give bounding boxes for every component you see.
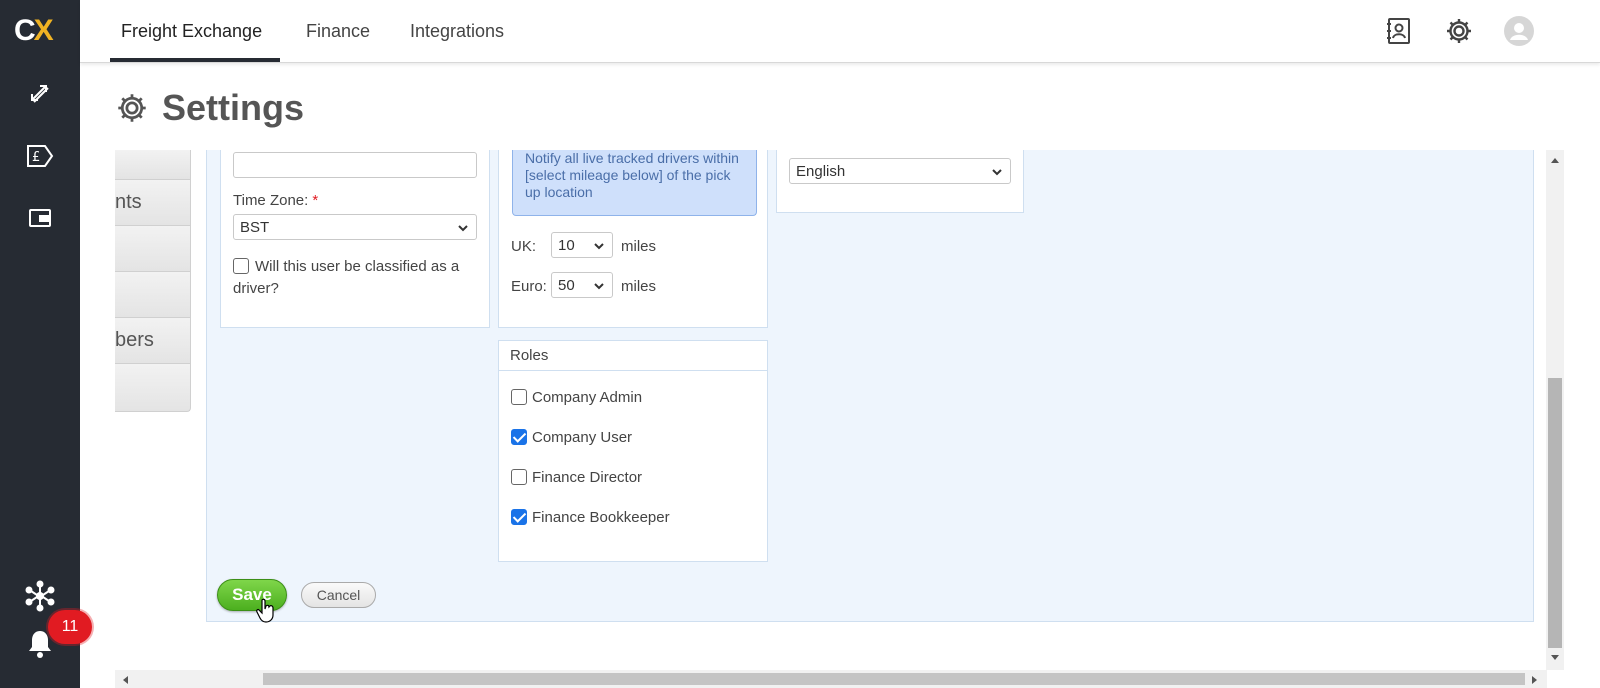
roles-title: Roles [499, 341, 767, 371]
time-zone-select[interactable]: BST [233, 214, 477, 240]
active-tab-indicator [110, 58, 280, 62]
settings-section-tabs: nts bers [115, 150, 191, 412]
svg-text:£: £ [32, 150, 40, 165]
tab-freight-exchange[interactable]: Freight Exchange [121, 0, 262, 63]
chevron-down-icon [594, 283, 604, 290]
settings-tab[interactable]: nts [115, 180, 191, 226]
scroll-down-arrow-icon[interactable] [1550, 654, 1560, 662]
vertical-scroll-thumb[interactable] [1548, 378, 1562, 648]
wallet-icon[interactable] [24, 202, 56, 234]
uk-label: UK: [511, 238, 537, 255]
euro-miles-select[interactable]: 50 [551, 272, 613, 298]
horizontal-scrollbar[interactable] [115, 670, 1547, 688]
hand-cursor-icon [256, 598, 274, 623]
role-checkbox-company-admin[interactable] [511, 389, 527, 405]
finance-icon[interactable]: £ [24, 140, 56, 172]
save-button[interactable]: Save [217, 579, 287, 611]
settings-tab[interactable] [115, 150, 191, 180]
network-icon[interactable] [24, 580, 56, 612]
role-checkbox-company-user[interactable] [511, 429, 527, 445]
user-details-card: Time Zone: * BST Will this user be classi… [220, 150, 490, 328]
settings-tab[interactable] [115, 226, 191, 272]
settings-tab[interactable] [115, 272, 191, 318]
cancel-button[interactable]: Cancel [301, 582, 376, 608]
role-label: Company Admin [532, 389, 643, 406]
left-rail: CX £ 11 [0, 0, 92, 688]
driver-question-label: Will this user be classified as a driver… [233, 258, 460, 297]
horizontal-scroll-thumb[interactable] [263, 673, 1525, 685]
cx-logo[interactable]: CX [14, 14, 68, 47]
roles-card: Roles Company Admin Company User Finance… [498, 340, 768, 562]
scroll-right-arrow-icon[interactable] [1531, 675, 1539, 685]
chevron-down-icon [992, 169, 1002, 176]
vertical-scrollbar[interactable] [1546, 150, 1564, 670]
tracking-info-box: Notify all live tracked drivers within [… [512, 150, 757, 216]
settings-gear-icon[interactable] [1442, 14, 1476, 48]
user-avatar-icon[interactable] [1502, 14, 1536, 48]
page-header: Settings [116, 86, 304, 130]
euro-miles-unit: miles [621, 278, 657, 295]
language-select[interactable]: English [789, 158, 1011, 184]
settings-tab[interactable] [115, 364, 191, 412]
euro-label: Euro: [511, 278, 547, 295]
settings-title-icon [118, 94, 146, 122]
time-zone-label: Time Zone: * [233, 192, 319, 209]
role-label: Company User [532, 429, 633, 446]
uk-miles-unit: miles [621, 238, 657, 255]
tab-integrations[interactable]: Integrations [410, 0, 504, 63]
contacts-book-icon[interactable] [1382, 14, 1416, 48]
role-label: Finance Director [532, 469, 643, 486]
tab-finance[interactable]: Finance [306, 0, 370, 63]
scroll-up-arrow-icon[interactable] [1550, 156, 1560, 164]
chevron-down-icon [458, 225, 468, 232]
settings-tab[interactable]: bers [115, 318, 191, 364]
notification-badge: 11 [48, 610, 92, 644]
text-field[interactable] [233, 152, 477, 178]
scroll-left-arrow-icon[interactable] [121, 675, 129, 685]
exchange-icon[interactable] [24, 78, 56, 110]
language-card: English [776, 150, 1024, 213]
role-checkbox-finance-director[interactable] [511, 469, 527, 485]
role-label: Finance Bookkeeper [532, 509, 670, 526]
page-title: Settings [162, 87, 305, 128]
role-checkbox-finance-bookkeeper[interactable] [511, 509, 527, 525]
top-navigation: Freight Exchange Finance Integrations [80, 0, 1600, 63]
chevron-down-icon [594, 243, 604, 250]
uk-miles-select[interactable]: 10 [551, 232, 613, 258]
